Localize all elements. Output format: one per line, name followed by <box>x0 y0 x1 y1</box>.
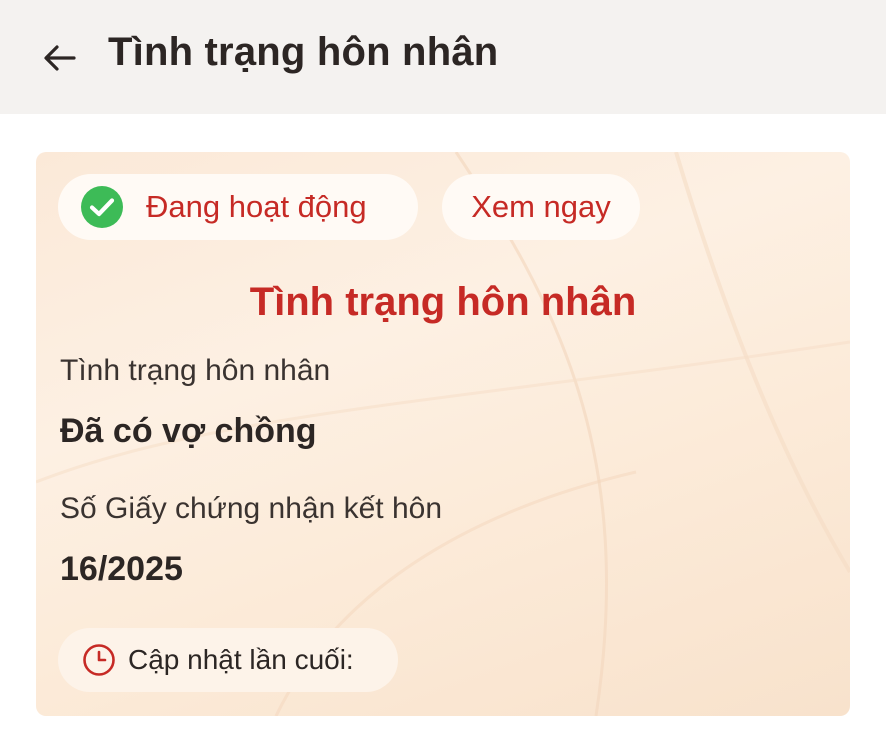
card-title: Tình trạng hôn nhân <box>249 280 637 324</box>
last-updated-label: Cập nhật lần cuối: <box>128 644 354 675</box>
marriage-certificate-value: 16/2025 <box>60 550 183 588</box>
clock-icon <box>82 643 116 677</box>
marital-status-label: Tình trạng hôn nhân <box>60 354 331 387</box>
status-badge: Đang hoạt động <box>58 174 418 240</box>
marital-status-card: Đang hoạt động Xem ngay Tình trạng hôn n… <box>36 152 850 716</box>
top-app-bar: Tình trạng hôn nhân <box>0 0 886 114</box>
last-updated-badge: Cập nhật lần cuối: <box>58 628 398 692</box>
check-circle-icon <box>80 185 124 229</box>
arrow-left-icon <box>44 45 76 71</box>
status-label: Đang hoạt động <box>146 189 367 224</box>
page-title: Tình trạng hôn nhân <box>108 30 499 74</box>
marriage-certificate-label: Số Giấy chứng nhận kết hôn <box>60 492 443 525</box>
view-now-label: Xem ngay <box>471 189 611 224</box>
back-button[interactable] <box>40 38 80 78</box>
marital-status-value: Đã có vợ chồng <box>60 412 317 450</box>
view-now-button[interactable]: Xem ngay <box>442 174 640 240</box>
